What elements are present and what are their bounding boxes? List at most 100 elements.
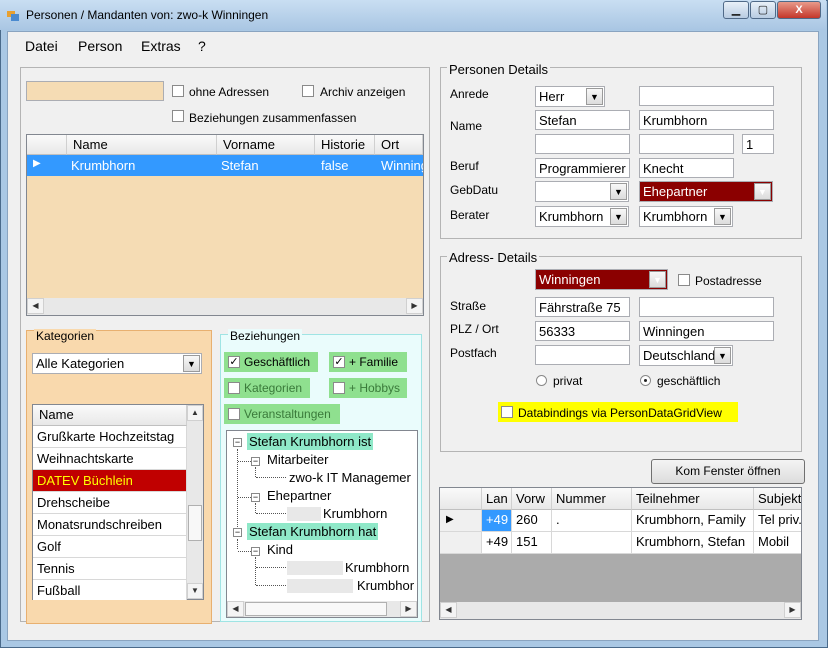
scroll-left-icon[interactable]: ◀	[227, 601, 244, 617]
name3-input[interactable]	[535, 134, 630, 154]
tree-node-mitarbeiter[interactable]: Mitarbeiter	[267, 452, 328, 467]
list-item[interactable]: Grußkarte Hochzeitstag	[33, 426, 187, 448]
scroll-right-icon[interactable]: ▶	[784, 602, 801, 618]
tree-hscrollbar[interactable]: ◀ ▶	[227, 601, 417, 617]
chevron-down-icon[interactable]: ▼	[714, 347, 731, 364]
ort-combo[interactable]: Winningen ▼	[535, 269, 668, 290]
tree-node-kind1[interactable]: Krumbhorn	[345, 560, 409, 575]
menu-help[interactable]: ?	[198, 38, 206, 54]
list-item[interactable]: Golf	[33, 536, 187, 558]
search-input[interactable]	[26, 81, 164, 101]
chk-hobbys[interactable]	[333, 382, 345, 394]
table-row[interactable]: +49 151 Krumbhorn, Stefan Mobil	[440, 532, 801, 554]
chevron-down-icon[interactable]: ▼	[714, 208, 731, 225]
postfach-input[interactable]	[535, 345, 630, 365]
beruf-input[interactable]: Programmierer	[535, 158, 630, 178]
chevron-down-icon[interactable]: ▼	[610, 208, 627, 225]
nr-input[interactable]: 1	[742, 134, 774, 154]
chk-geschaeftlich[interactable]: ✓	[228, 356, 240, 368]
chevron-down-icon[interactable]: ▼	[586, 88, 603, 105]
chk-beziehungen-zusammen[interactable]	[172, 110, 184, 122]
table-row[interactable]: ▶ Krumbhorn Stefan false Winningen	[27, 155, 423, 176]
maximize-button[interactable]: ▢	[750, 1, 776, 19]
chk-ohne-adressen[interactable]	[172, 85, 184, 97]
menu-extras[interactable]: Extras	[141, 38, 181, 54]
strasse-input[interactable]: Fährstraße 75	[535, 297, 630, 317]
scroll-thumb[interactable]	[245, 602, 387, 616]
kom-col-subjekt[interactable]: Subjekt	[754, 488, 801, 510]
minimize-button[interactable]: ▁	[723, 1, 749, 19]
chevron-down-icon[interactable]: ▼	[649, 271, 666, 288]
list-item[interactable]: DATEV Büchlein	[33, 470, 187, 492]
chk-kategorien[interactable]	[228, 382, 240, 394]
close-button[interactable]: X	[777, 1, 821, 19]
scroll-up-icon[interactable]: ▲	[187, 405, 203, 421]
relation-combo[interactable]: Ehepartner ▼	[639, 181, 773, 202]
collapse-icon[interactable]: −	[251, 493, 260, 502]
scroll-right-icon[interactable]: ▶	[406, 298, 423, 314]
vorname-input[interactable]: Stefan	[535, 110, 630, 130]
strasse2-input[interactable]	[639, 297, 774, 317]
collapse-icon[interactable]: −	[233, 528, 242, 537]
nachname-input[interactable]: Krumbhorn	[639, 110, 774, 130]
name4-input[interactable]	[639, 134, 734, 154]
tag-veranstaltungen[interactable]: Veranstaltungen	[224, 404, 340, 424]
menu-datei[interactable]: Datei	[25, 38, 58, 54]
land-combo[interactable]: Deutschland ▼	[639, 345, 733, 366]
grid-hscrollbar[interactable]: ◀ ▶	[27, 298, 423, 315]
collapse-icon[interactable]: −	[233, 438, 242, 447]
chk-postadresse[interactable]	[678, 274, 690, 286]
tree-node-hat[interactable]: Stefan Krumbhorn hat	[247, 523, 379, 540]
kom-col-lan[interactable]: Lan	[482, 488, 512, 510]
kom-hscrollbar[interactable]: ◀ ▶	[440, 602, 801, 619]
tree-node-kind[interactable]: Kind	[267, 542, 293, 557]
berater1-combo[interactable]: Krumbhorn ▼	[535, 206, 629, 227]
kategorien-vscrollbar[interactable]: ▲ ▼	[187, 405, 203, 599]
plz-input[interactable]: 56333	[535, 321, 630, 341]
col-ort[interactable]: Ort	[375, 135, 423, 155]
chevron-down-icon[interactable]: ▼	[754, 183, 771, 200]
title-bar[interactable]: Personen / Mandanten von: zwo-k Winninge…	[0, 0, 826, 30]
tree-node-zwok[interactable]: zwo-k IT Managemer	[289, 470, 411, 485]
tag-familie[interactable]: ✓ + Familie	[329, 352, 407, 372]
scroll-down-icon[interactable]: ▼	[187, 583, 203, 599]
kom-col-teilnehmer[interactable]: Teilnehmer	[632, 488, 754, 510]
kategorien-col-name[interactable]: Name	[33, 405, 187, 426]
kategorien-filter[interactable]: Alle Kategorien ▼	[32, 353, 202, 374]
chevron-down-icon[interactable]: ▼	[183, 355, 200, 372]
berater2-combo[interactable]: Krumbhorn ▼	[639, 206, 733, 227]
collapse-icon[interactable]: −	[251, 457, 260, 466]
list-item[interactable]: Monatsrundschreiben	[33, 514, 187, 536]
kom-col-vorw[interactable]: Vorw	[512, 488, 552, 510]
tree-node-partner-name[interactable]: Krumbhorn	[323, 506, 387, 521]
kom-fenster-button[interactable]: Kom Fenster öffnen	[651, 459, 805, 484]
chk-databindings[interactable]	[501, 406, 513, 418]
tree-node-kind2[interactable]: Krumbhor	[357, 578, 414, 593]
list-item[interactable]: Weihnachtskarte	[33, 448, 187, 470]
tag-kategorien[interactable]: Kategorien	[224, 378, 310, 398]
titel-input[interactable]	[639, 86, 774, 106]
beruf2-input[interactable]: Knecht	[639, 158, 734, 178]
databindings-toggle[interactable]: Databindings via PersonDataGridView	[498, 402, 738, 422]
list-item[interactable]: Fußball	[33, 580, 187, 600]
collapse-icon[interactable]: −	[251, 547, 260, 556]
scroll-left-icon[interactable]: ◀	[440, 602, 457, 618]
table-row[interactable]: ▶ +49 260 . Krumbhorn, Family Tel priv.	[440, 510, 801, 532]
tree-node-ist[interactable]: Stefan Krumbhorn ist	[247, 433, 374, 450]
col-historie[interactable]: Historie	[315, 135, 375, 155]
chk-veranstaltungen[interactable]	[228, 408, 240, 420]
radio-geschaeftlich[interactable]	[640, 375, 651, 386]
chevron-down-icon[interactable]: ▼	[610, 183, 627, 200]
menu-person[interactable]: Person	[78, 38, 122, 54]
ort-input[interactable]: Winningen	[639, 321, 774, 341]
anrede-combo[interactable]: Herr ▼	[535, 86, 605, 107]
scroll-thumb[interactable]	[188, 505, 202, 541]
list-item[interactable]: Drehscheibe	[33, 492, 187, 514]
radio-privat[interactable]	[536, 375, 547, 386]
kom-col-nummer[interactable]: Nummer	[552, 488, 632, 510]
gebdat-picker[interactable]: ▼	[535, 181, 629, 202]
list-item[interactable]: Tennis	[33, 558, 187, 580]
chk-archiv[interactable]	[302, 85, 314, 97]
scroll-left-icon[interactable]: ◀	[27, 298, 44, 314]
tag-hobbys[interactable]: + Hobbys	[329, 378, 407, 398]
